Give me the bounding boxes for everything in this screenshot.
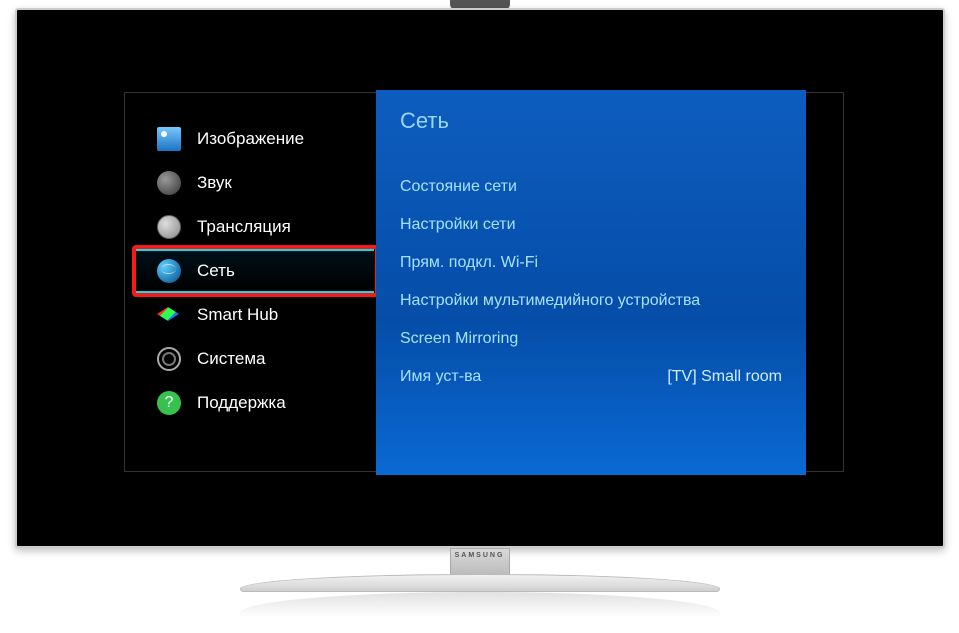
panel-item-device-name[interactable]: Имя уст-ва [TV] Small room [400,358,782,396]
sidebar-item-broadcast[interactable]: Трансляция [139,205,374,249]
sidebar-item-label: Поддержка [197,393,286,413]
broadcast-icon [157,215,181,239]
tv-brand-label: SAMSUNG [455,552,505,559]
panel-item-label: Настройки мультимедийного устройства [400,292,700,310]
panel-item-screen-mirroring[interactable]: Screen Mirroring [400,320,782,358]
panel-item-label: Screen Mirroring [400,330,518,348]
panel-title: Сеть [400,108,782,134]
system-icon [157,347,181,371]
smarthub-icon [157,303,181,327]
sidebar-item-smarthub[interactable]: Smart Hub [139,293,374,337]
panel-item-label: Имя уст-ва [400,368,481,386]
panel-item-network-settings[interactable]: Настройки сети [400,206,782,244]
sidebar-item-system[interactable]: Система [139,337,374,381]
panel-item-value: [TV] Small room [667,368,782,386]
sidebar-item-picture[interactable]: Изображение [139,117,374,161]
sidebar-item-sound[interactable]: Звук [139,161,374,205]
sidebar-item-network[interactable]: Сеть [135,249,374,293]
settings-sidebar: Изображение Звук Трансляция Сеть Smart H… [139,117,374,425]
support-icon: ? [157,391,181,415]
sidebar-item-label: Smart Hub [197,305,278,325]
panel-item-multimedia-settings[interactable]: Настройки мультимедийного устройства [400,282,782,320]
panel-item-wifi-direct[interactable]: Прям. подкл. Wi-Fi [400,244,782,282]
network-panel: Сеть Состояние сети Настройки сети Прям.… [376,90,806,475]
sidebar-item-label: Сеть [197,261,235,281]
tv-stand-reflection [240,592,720,617]
panel-item-network-status[interactable]: Состояние сети [400,168,782,206]
picture-icon [157,127,181,151]
sound-icon [157,171,181,195]
sidebar-item-label: Трансляция [197,217,291,237]
tv-stand-base [240,574,720,592]
panel-item-label: Настройки сети [400,216,516,234]
sidebar-item-label: Звук [197,173,232,193]
sidebar-item-label: Изображение [197,129,304,149]
sidebar-item-support[interactable]: ? Поддержка [139,381,374,425]
panel-item-label: Прям. подкл. Wi-Fi [400,254,538,272]
network-icon [157,259,181,283]
tv-screen: Изображение Звук Трансляция Сеть Smart H… [24,17,936,539]
sidebar-item-label: Система [197,349,265,369]
tv-frame: Изображение Звук Трансляция Сеть Smart H… [15,8,945,548]
panel-item-label: Состояние сети [400,178,517,196]
